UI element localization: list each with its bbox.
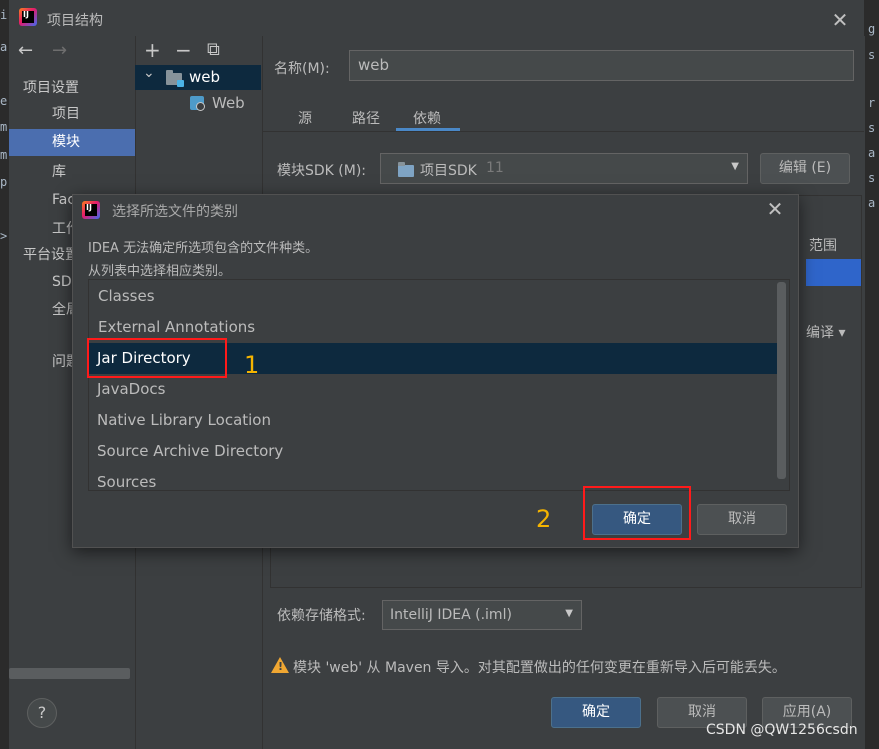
editor-char: g — [868, 22, 876, 36]
module-folder-icon — [166, 70, 184, 87]
tab-dependencies[interactable]: 依赖 — [413, 108, 441, 128]
tree-node-label: web — [189, 68, 221, 86]
intellij-logo-icon: IJ — [19, 8, 37, 26]
scope-value-compile[interactable]: 编译 ▾ — [806, 322, 845, 342]
remove-icon[interactable]: − — [175, 38, 192, 62]
chevron-down-icon[interactable]: ⌄ — [143, 65, 155, 81]
sidebar-item-project[interactable]: 项目 — [9, 101, 135, 128]
maven-warning-text: 模块 'web' 从 Maven 导入。对其配置做出的任何变更在重新导入后可能丢… — [293, 660, 786, 676]
sdk-folder-icon — [398, 162, 414, 177]
sidebar-item-libraries[interactable]: 库 — [9, 159, 135, 186]
background-editor-right — [864, 0, 879, 749]
editor-char: m — [0, 148, 8, 162]
editor-char: i — [0, 8, 8, 22]
list-item-classes[interactable]: Classes — [98, 281, 155, 312]
editor-char: s — [868, 48, 876, 62]
chooser-message-line2: 从列表中选择相应类别。 — [88, 264, 232, 279]
sdk-version: 11 — [486, 160, 504, 176]
title-bar: IJ — [9, 0, 864, 36]
ok-button[interactable]: 确定 — [551, 697, 641, 728]
sidebar-header-project-settings: 项目设置 — [23, 80, 79, 96]
editor-char: a — [0, 40, 8, 54]
sidebar-scrollbar[interactable] — [9, 668, 130, 679]
sidebar-item-modules[interactable]: 模块 — [9, 129, 135, 156]
dropdown-arrow-icon: ▼ — [731, 161, 739, 172]
sdk-value: 项目SDK — [420, 163, 477, 179]
close-icon[interactable]: ✕ — [830, 8, 850, 32]
forward-arrow-icon[interactable]: → — [52, 40, 67, 61]
editor-char: > — [0, 229, 8, 243]
web-facet-icon — [190, 96, 205, 111]
intellij-logo-icon: IJ — [82, 201, 100, 219]
chooser-message-line1: IDEA 无法确定所选项包含的文件种类。 — [88, 241, 319, 256]
name-label: 名称(M): — [274, 61, 330, 77]
tree-node-web-module[interactable]: ⌄ web — [135, 65, 261, 90]
chooser-title: 选择所选文件的类别 — [112, 204, 238, 220]
editor-char: a — [868, 146, 876, 160]
selected-dependency-row[interactable] — [806, 259, 861, 286]
annotation-number-1: 1 — [244, 351, 260, 379]
list-item-javadocs[interactable]: JavaDocs — [97, 374, 165, 405]
list-scrollbar[interactable] — [777, 282, 786, 479]
tab-sources[interactable]: 源 — [298, 108, 312, 128]
editor-char: e — [0, 94, 8, 108]
warning-mark: ! — [278, 660, 284, 673]
storage-format-value: IntelliJ IDEA (.iml) — [390, 607, 512, 623]
editor-char: p — [0, 175, 8, 189]
help-button[interactable]: ? — [27, 698, 57, 728]
module-name-field[interactable]: web — [349, 50, 854, 81]
watermark: CSDN @QW1256csdn — [706, 722, 858, 738]
editor-char: s — [868, 171, 876, 185]
editor-char: a — [868, 196, 876, 210]
list-item-sources[interactable]: Sources — [97, 467, 156, 490]
back-arrow-icon[interactable]: ← — [18, 40, 33, 61]
editor-char: r — [868, 96, 876, 110]
tree-node-label[interactable]: Web — [212, 94, 245, 112]
dropdown-arrow-icon: ▼ — [565, 608, 573, 619]
annotation-box-1 — [87, 338, 227, 378]
add-icon[interactable]: + — [144, 38, 161, 62]
chooser-cancel-button[interactable]: 取消 — [697, 504, 787, 535]
module-sdk-combo[interactable]: 项目SDK 11 ▼ — [380, 153, 748, 184]
storage-format-label: 依赖存储格式: — [277, 608, 366, 624]
list-item-source-archive-directory[interactable]: Source Archive Directory — [97, 436, 283, 467]
tab-paths[interactable]: 路径 — [352, 108, 380, 128]
edit-sdk-button[interactable]: 编辑 (E) — [760, 153, 850, 184]
storage-format-combo[interactable]: IntelliJ IDEA (.iml) ▼ — [382, 600, 582, 630]
copy-icon[interactable]: ⧉ — [207, 39, 220, 60]
background-editor-left — [0, 0, 9, 749]
scope-column-header: 范围 — [809, 238, 837, 254]
editor-char: s — [868, 121, 876, 135]
window-title: 项目结构 — [47, 13, 103, 29]
list-item-native-library-location[interactable]: Native Library Location — [97, 405, 271, 436]
tabs-divider — [262, 131, 864, 132]
module-sdk-label: 模块SDK (M): — [277, 163, 367, 179]
editor-char: m — [0, 120, 8, 134]
annotation-number-2: 2 — [536, 505, 552, 533]
annotation-box-2 — [583, 486, 691, 540]
close-icon[interactable]: ✕ — [765, 197, 785, 221]
